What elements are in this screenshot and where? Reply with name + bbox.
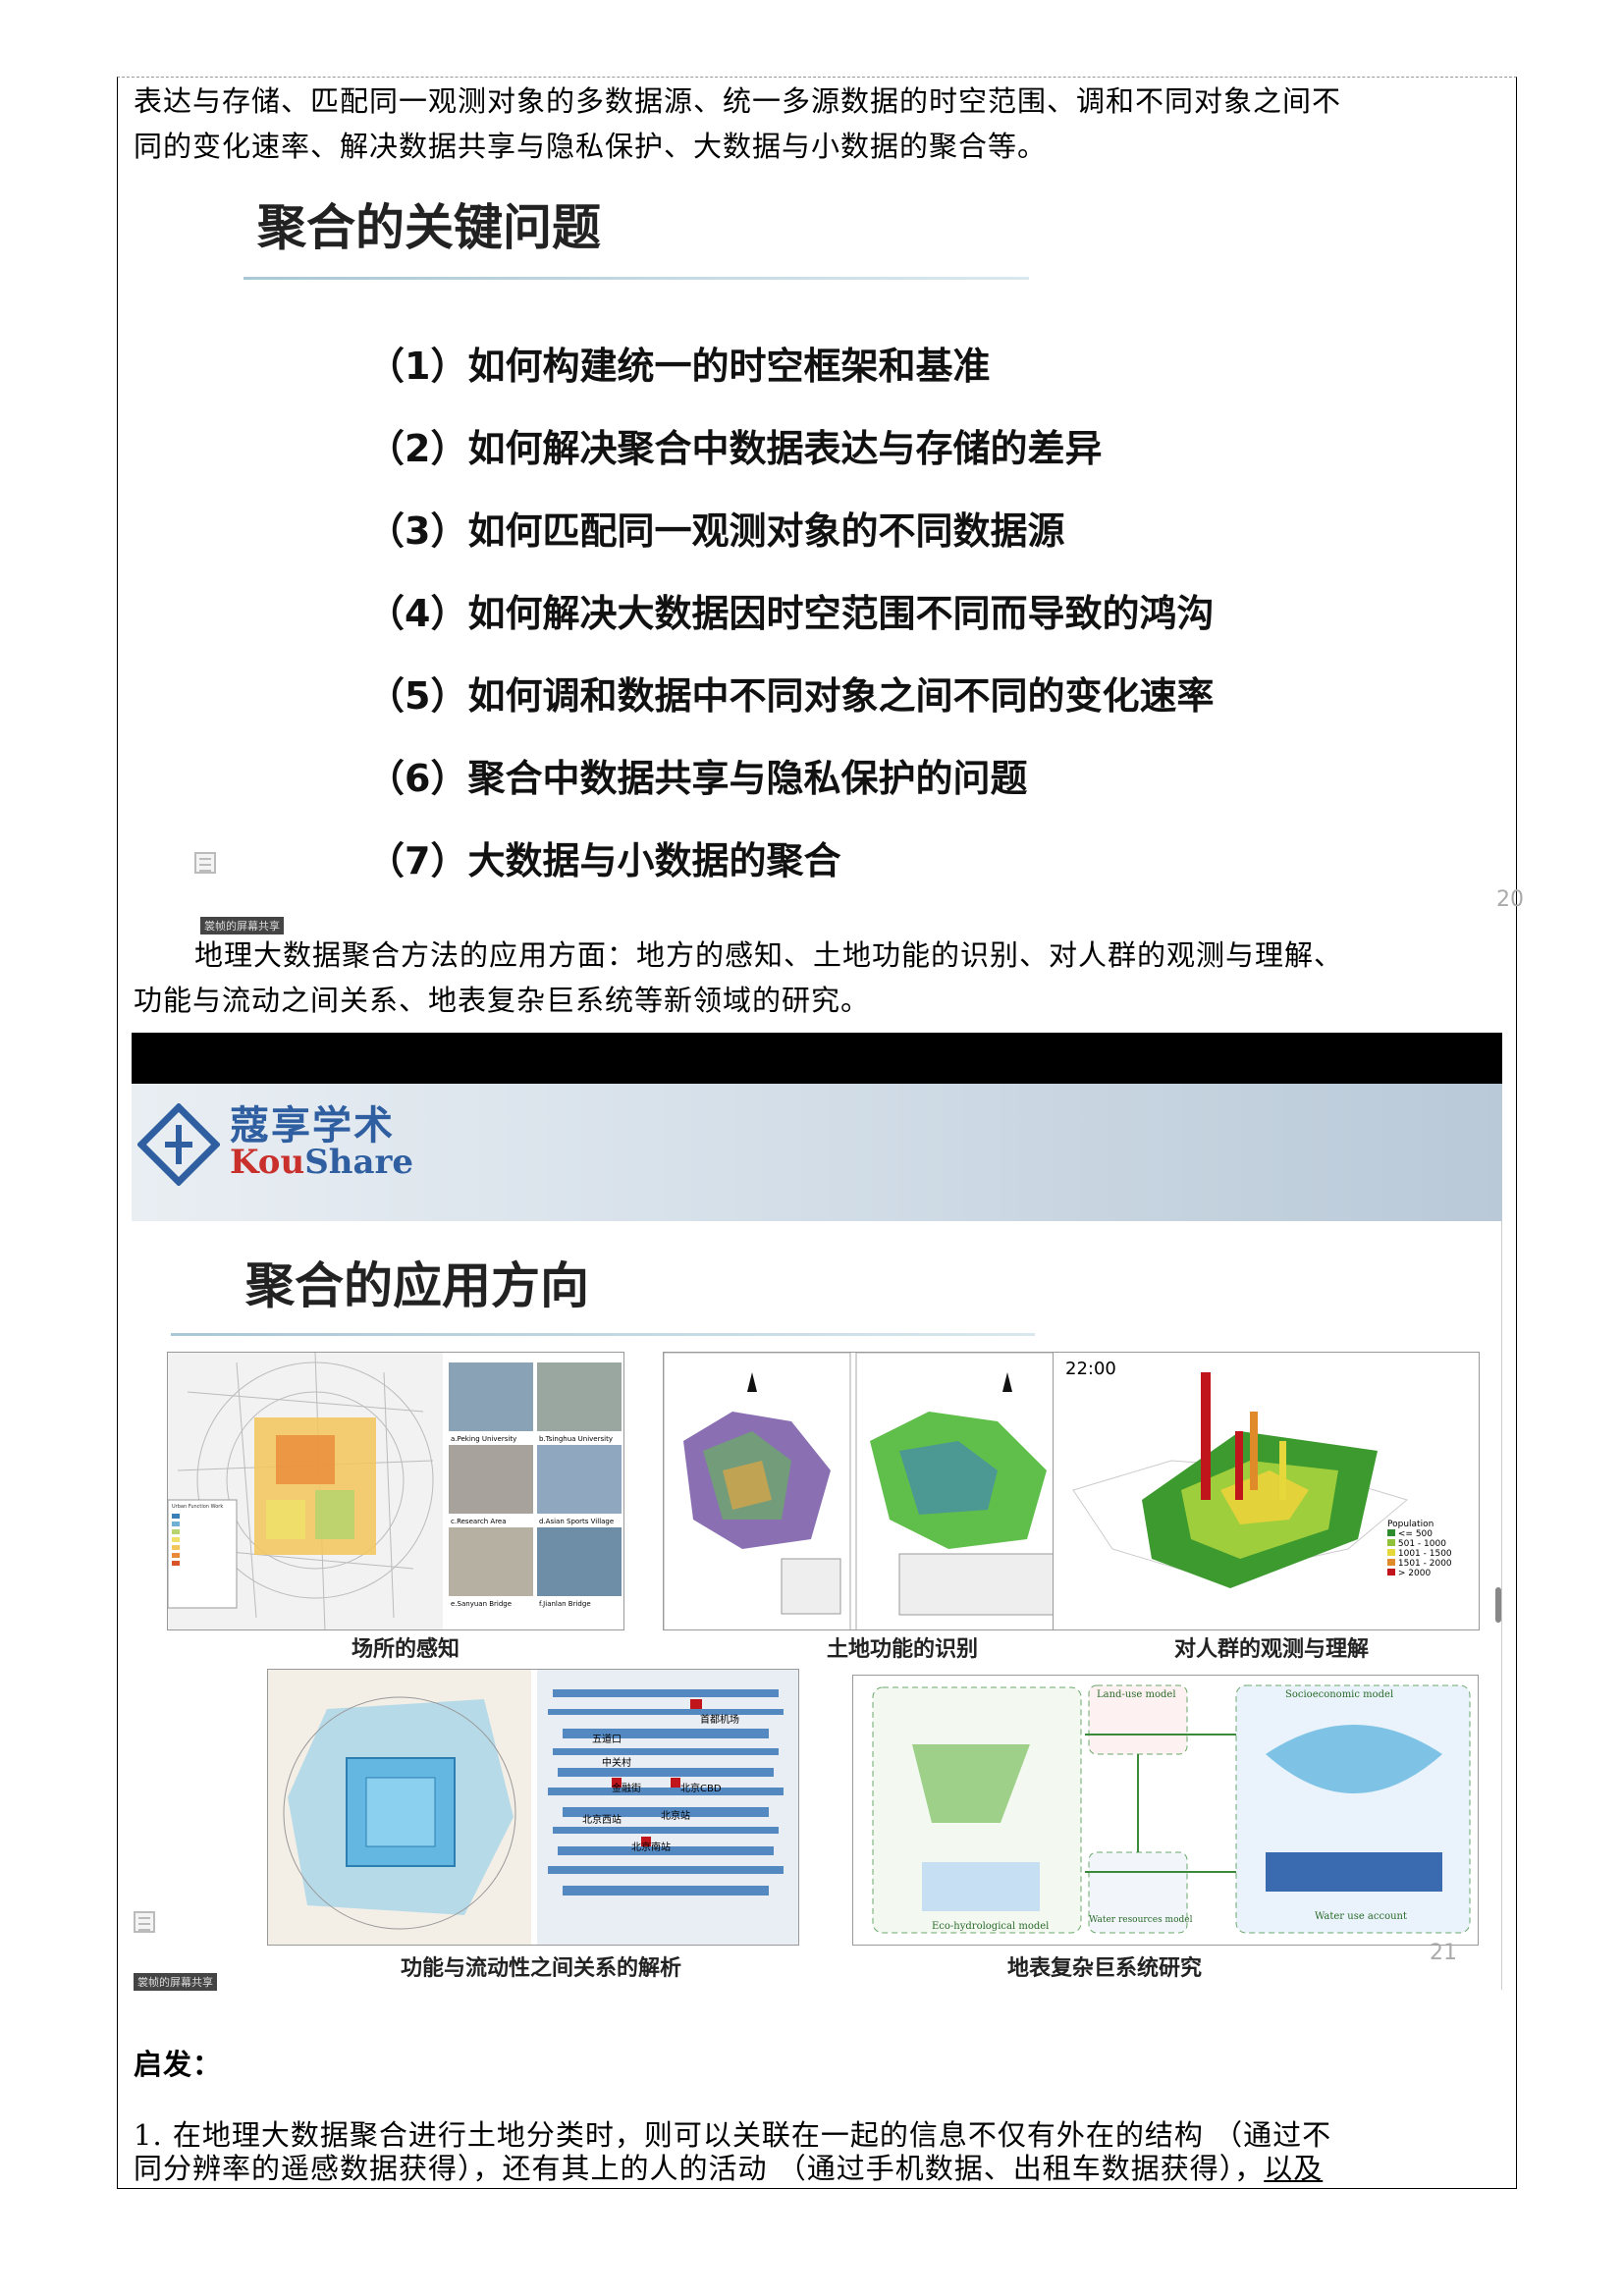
slide-key-problems: 聚合的关键问题 （1）如何构建统一的时空框架和基准 （2）如何解决聚合中数据表达… (194, 179, 1524, 934)
model-label: Water resources model (1089, 1915, 1193, 1925)
photo-label: d.Asian Sports Village (539, 1518, 615, 1525)
slide-menu-icon[interactable] (134, 1911, 155, 1933)
legend-item: <= 500 (1397, 1529, 1433, 1539)
inspiration-line2: 同分辨率的遥感数据获得），还有其上的人的活动 （通过手机数据、出租车数据获得），… (134, 2146, 1323, 2191)
logo-english-blue: Share (304, 1143, 414, 1182)
flow-label: 首都机场 (700, 1715, 739, 1726)
slide1-page-number: 20 (1496, 887, 1524, 912)
slide2-title: 聚合的应用方向 (245, 1257, 589, 1314)
legend-item: 501 - 1000 (1397, 1539, 1446, 1549)
key-problem-item: （5）如何调和数据中不同对象之间不同的变化速率 (367, 674, 1215, 718)
place-perception-figure: Urban Function Work a.Peking University … (167, 1352, 624, 1630)
slide-application-directions: 蔻享学术 KouShare 聚合的应用方向 Urban Function Wor… (132, 1033, 1502, 1991)
logo-english-text: KouShare (230, 1143, 413, 1182)
slide1-title: 聚合的关键问题 (257, 199, 601, 256)
slide2-page-number: 21 (1430, 1941, 1457, 1965)
slide2-title-underline (171, 1333, 1035, 1336)
scrollbar-thumb[interactable] (1495, 1587, 1501, 1623)
caption-crowd: 对人群的观测与理解 (1174, 1637, 1370, 1662)
inspiration-line2-underlined: 以及 (1264, 2152, 1324, 2185)
key-problem-item: （3）如何匹配同一观测对象的不同数据源 (367, 509, 1065, 553)
koushare-logo-icon (137, 1103, 220, 1186)
earth-system-figure: Land-use model Socioeconomic model Water… (852, 1675, 1479, 1946)
caption-earth: 地表复杂巨系统研究 (1007, 1956, 1203, 1981)
key-problem-item: （1）如何构建统一的时空框架和基准 (367, 345, 991, 388)
population-legend: Population <= 500 501 - 1000 1001 - 1500… (1387, 1520, 1452, 1578)
flow-label: 中关村 (602, 1758, 631, 1769)
caption-land: 土地功能的识别 (827, 1637, 979, 1662)
inspiration-line2-text: 同分辨率的遥感数据获得），还有其上的人的活动 （通过手机数据、出租车数据获得）， (134, 2152, 1265, 2185)
flow-label: 五道口 (592, 1735, 622, 1745)
middle-paragraph-line1: 地理大数据聚合方法的应用方面：地方的感知、土地功能的识别、对人群的观测与理解、 (194, 938, 1344, 972)
population-legend-title: Population (1387, 1520, 1434, 1529)
kouhare-header: 蔻享学术 KouShare (132, 1084, 1502, 1221)
panel-time-label: 22:00 (1065, 1359, 1116, 1379)
key-problem-item: （4）如何解决大数据因时空范围不同而导致的鸿沟 (367, 592, 1215, 635)
function-flow-figure: 五道口 中关村 金融街 北京西站 北京南站 北京CBD 北京站 首都机场 (267, 1669, 799, 1946)
slide-menu-icon[interactable] (194, 852, 216, 874)
key-problem-item: （6）聚合中数据共享与隐私保护的问题 (367, 757, 1028, 800)
photo-label: f.Jianlan Bridge (539, 1600, 591, 1608)
inspiration-heading: 启发： (134, 2048, 223, 2081)
key-problem-item: （7）大数据与小数据的聚合 (367, 839, 841, 882)
photo-label: c.Research Area (451, 1518, 507, 1525)
caption-flow: 功能与流动性之间关系的解析 (401, 1956, 682, 1981)
crowd-observation-figure: 22:00 Population <= 500 501 - 1000 1001 … (1053, 1352, 1480, 1630)
legend-item: 1001 - 1500 (1397, 1549, 1452, 1559)
photo-label: b.Tsinghua University (539, 1435, 613, 1443)
slide1-title-underline (243, 277, 1029, 280)
model-label: Water use account (1315, 1911, 1408, 1922)
flow-label: 北京南站 (631, 1842, 671, 1853)
logo-english-red: Kou (230, 1143, 305, 1182)
photo-label: e.Sanyuan Bridge (451, 1600, 513, 1608)
flow-label: 北京CBD (680, 1784, 722, 1794)
photo-label: a.Peking University (451, 1435, 517, 1443)
video-black-bar (132, 1033, 1502, 1084)
top-paragraph-line1: 表达与存储、匹配同一观测对象的多数据源、统一多源数据的时空范围、调和不同对象之间… (134, 84, 1342, 118)
flow-label: 北京站 (661, 1811, 690, 1822)
legend-item: > 2000 (1397, 1569, 1432, 1578)
flow-label: 北京西站 (582, 1815, 622, 1826)
legend-item: 1501 - 2000 (1397, 1559, 1452, 1569)
model-label: Land-use model (1097, 1689, 1176, 1700)
middle-paragraph-line2: 功能与流动之间关系、地表复杂巨系统等新领域的研究。 (134, 984, 871, 1017)
svg-text:Urban Function Work: Urban Function Work (172, 1504, 223, 1510)
model-label: Eco-hydrological model (932, 1921, 1050, 1932)
model-label: Socioeconomic model (1285, 1689, 1394, 1700)
top-paragraph-line2: 同的变化速率、解决数据共享与隐私保护、大数据与小数据的聚合等。 (134, 130, 1048, 163)
caption-place: 场所的感知 (352, 1637, 460, 1662)
flow-label: 金融街 (612, 1784, 641, 1794)
screen-share-tag: 裳帧的屏幕共享 (134, 1973, 217, 1991)
key-problem-item: （2）如何解决聚合中数据表达与存储的差异 (367, 427, 1103, 470)
